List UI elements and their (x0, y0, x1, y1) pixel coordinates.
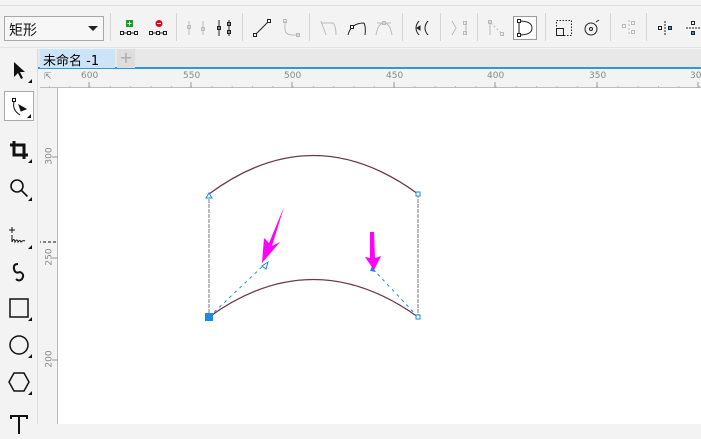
to-curve-icon (283, 19, 300, 37)
rotate-skew-icon (584, 19, 600, 36)
delete-node-button[interactable] (146, 16, 170, 40)
break-curve-icon (217, 20, 231, 36)
pointer-arrow-icon (14, 62, 25, 79)
mirror-vertical-button[interactable] (681, 16, 701, 40)
rotate-skew-nodes-button[interactable] (580, 16, 604, 40)
document-tab-bar (38, 49, 701, 69)
divider (610, 13, 611, 41)
shape-type-dropdown[interactable]: 矩形 (4, 16, 104, 41)
divider (477, 13, 478, 41)
join-nodes-button[interactable] (184, 16, 208, 40)
control-handle-icon (261, 260, 269, 270)
join-nodes-icon (187, 21, 205, 35)
tool-pick[interactable] (4, 55, 34, 85)
divider (242, 13, 243, 41)
dropdown-value: 矩形 (9, 23, 37, 39)
brush-curve-icon (12, 263, 25, 282)
add-tab-button[interactable]: + (117, 49, 135, 68)
toolbox (0, 49, 38, 434)
top-arc-curve (208, 154, 419, 195)
tool-polygon[interactable] (4, 367, 34, 397)
horizontal-ruler[interactable]: ⇱ 600 550 500 450 400 350 300 (40, 70, 701, 88)
ellipse-icon (9, 335, 29, 355)
extend-curve-button[interactable] (484, 16, 508, 40)
align-nodes-icon (622, 20, 635, 36)
cusp-node-button[interactable] (316, 16, 340, 40)
cusp-node-icon (320, 20, 337, 36)
crop-icon (10, 141, 28, 159)
drawing-area (205, 154, 421, 321)
divider (309, 13, 310, 41)
to-line-button[interactable] (250, 16, 274, 40)
magnifier-icon (10, 179, 29, 198)
chevron-down-icon (88, 26, 98, 31)
tool-artistic-media[interactable] (4, 256, 34, 286)
divider (110, 13, 111, 41)
smooth-node-button[interactable] (344, 16, 368, 40)
add-node-icon (120, 20, 138, 35)
close-curve-icon (517, 19, 533, 37)
annotation-arrow-icon (365, 232, 381, 270)
extract-subpath-button[interactable] (447, 16, 471, 40)
drawing-canvas[interactable] (58, 88, 701, 424)
stretch-scale-icon (556, 20, 572, 36)
tool-rectangle[interactable] (4, 293, 34, 323)
tool-crop[interactable] (4, 135, 34, 165)
extend-curve-icon (488, 20, 504, 36)
stretch-scale-nodes-button[interactable] (552, 16, 576, 40)
symmetrical-node-button[interactable] (372, 16, 396, 40)
tool-freehand[interactable] (4, 221, 34, 251)
align-nodes-button[interactable] (617, 16, 641, 40)
symmetrical-node-icon (375, 21, 393, 36)
to-line-icon (253, 19, 271, 37)
tab-document[interactable]: 未命名 -1 (40, 49, 115, 69)
to-curve-button[interactable] (279, 16, 303, 40)
mirror-horizontal-icon (658, 21, 672, 35)
reverse-direction-button[interactable] (409, 16, 433, 40)
control-handle-lines (208, 263, 419, 318)
divider (545, 13, 546, 41)
freehand-icon (9, 227, 26, 244)
reverse-direction-icon (415, 20, 429, 36)
divider (176, 13, 177, 41)
divider (646, 13, 647, 41)
mirror-horizontal-button[interactable] (653, 16, 677, 40)
node-icon (415, 314, 421, 320)
divider (440, 13, 441, 41)
selected-node-icon (205, 313, 213, 321)
divider (402, 13, 403, 41)
ruler-ticks (40, 156, 58, 361)
tool-ellipse[interactable] (4, 330, 34, 360)
tool-shape[interactable] (4, 91, 34, 121)
node-icon (415, 191, 421, 197)
delete-node-icon (149, 20, 167, 35)
rectangle-icon (9, 298, 29, 318)
close-curve-button[interactable] (513, 16, 537, 40)
tool-text[interactable] (4, 409, 34, 439)
extract-subpath-icon (451, 20, 467, 36)
break-curve-button[interactable] (212, 16, 236, 40)
menu-strip (0, 0, 701, 6)
start-node-icon (205, 192, 213, 199)
smooth-node-icon (347, 22, 366, 36)
ruler-ticks (40, 82, 701, 88)
bottom-arc-curve (208, 278, 419, 318)
add-node-button[interactable] (117, 16, 141, 40)
vertical-ruler[interactable]: 300 250 200 (40, 88, 58, 424)
annotation-arrow-icon (262, 207, 284, 263)
text-icon (10, 415, 28, 434)
mirror-vertical-icon (686, 21, 700, 35)
hexagon-icon (8, 372, 30, 392)
tool-zoom[interactable] (4, 173, 34, 203)
